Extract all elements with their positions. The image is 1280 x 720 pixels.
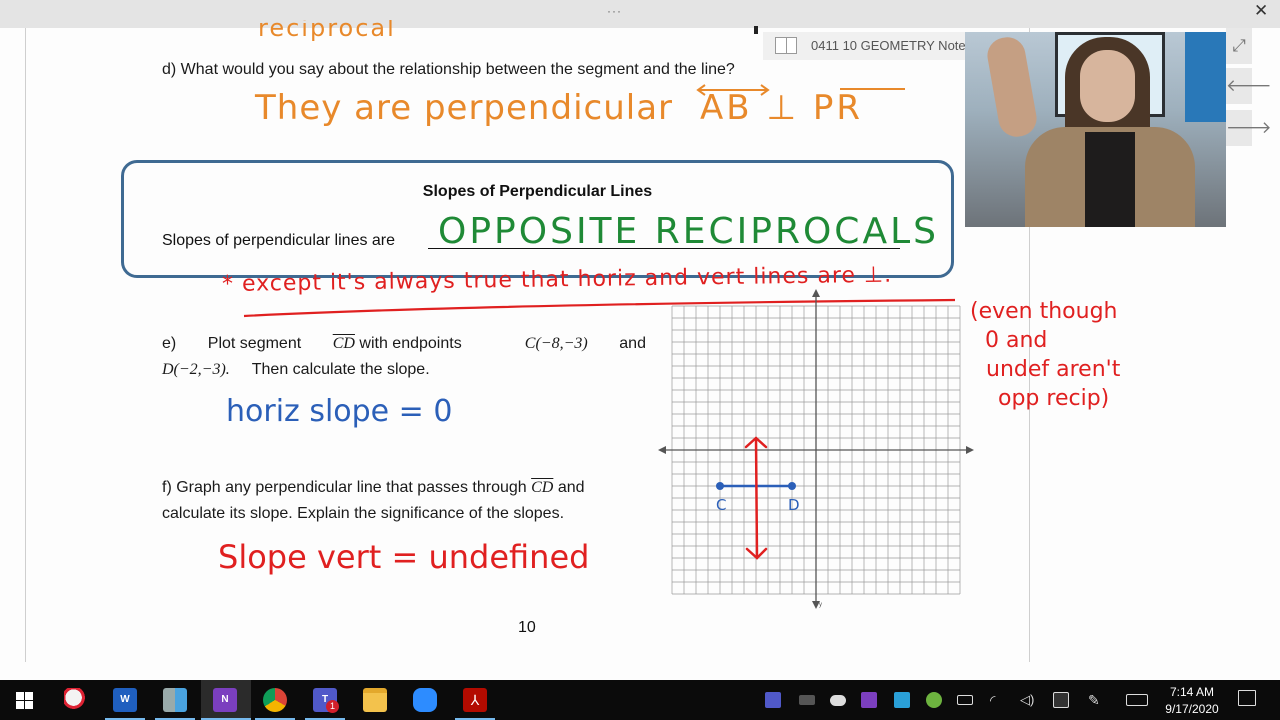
camera-tray-icon[interactable] — [799, 695, 815, 705]
y-axis-arrow-up — [812, 289, 820, 297]
notebook-title: 0411 10 GEOMETRY Note — [811, 38, 966, 53]
segment-cd-notation: CD — [332, 335, 355, 352]
pen-icon[interactable]: ✎ — [1088, 692, 1104, 708]
cloud-tray-icon[interactable] — [830, 695, 846, 706]
cursor-marker — [754, 26, 758, 34]
note-line: opp recip) — [998, 386, 1110, 411]
answer-e-handwritten: horiz slope = 0 — [226, 394, 453, 429]
notebook-icon — [775, 37, 797, 54]
video-person-shirt — [1085, 132, 1135, 227]
question-e-label: e) — [162, 335, 177, 352]
note-line: undef aren't — [986, 357, 1121, 382]
point-d — [788, 482, 796, 490]
point-c: C(−8,−3) — [524, 335, 588, 352]
system-clock[interactable]: 7:14 AM 9/17/2020 — [1160, 684, 1224, 718]
point-d: D(−2,−3). — [162, 361, 230, 378]
box-prompt: Slopes of perpendicular lines are — [162, 232, 396, 249]
word-icon[interactable]: W — [113, 688, 137, 712]
webcam-video-overlay[interactable] — [965, 32, 1226, 227]
security-icon[interactable] — [1053, 692, 1069, 708]
teams-badge: 1 — [326, 700, 339, 713]
chrome-icon[interactable] — [263, 688, 287, 712]
video-person-face — [1080, 50, 1135, 122]
onenote-icon[interactable]: N — [213, 688, 237, 712]
page-edge-left — [25, 28, 26, 662]
clock-date: 9/17/2020 — [1165, 702, 1219, 716]
note-even-though: (even though 0 and undef aren't opp reci… — [970, 297, 1120, 413]
question-e-text: Plot segment — [207, 335, 302, 352]
video-background-poster — [1185, 32, 1226, 122]
question-e-text: and — [619, 335, 646, 352]
volume-icon[interactable]: ◁) — [1020, 692, 1036, 708]
vpn-tray-icon[interactable] — [926, 692, 942, 708]
point-c — [716, 482, 724, 490]
expand-icon[interactable]: ⤢ — [1226, 28, 1252, 64]
note-line: 0 and — [985, 328, 1048, 353]
answer-d-handwritten: They are perpendicular — [255, 88, 674, 128]
wifi-icon[interactable]: ◜ — [990, 692, 1006, 708]
slopes-definition-box: Slopes of Perpendicular Lines Slopes of … — [121, 160, 954, 278]
question-e-text: with endpoints — [359, 335, 462, 352]
perpendicular-line — [754, 436, 759, 560]
x-axis-arrow-left — [658, 446, 666, 454]
box-title: Slopes of Perpendicular Lines — [422, 183, 653, 200]
calculator-icon[interactable] — [163, 688, 187, 712]
y-axis-label: y — [819, 602, 822, 608]
acrobat-icon[interactable]: ⅄ — [463, 688, 487, 712]
more-options-button[interactable]: ··· — [607, 4, 622, 18]
notification-center-icon[interactable] — [1238, 690, 1256, 706]
line-notation-marks — [696, 84, 905, 96]
video-person-hand — [984, 34, 1040, 140]
coordinate-grid[interactable]: y C D — [655, 285, 985, 615]
segment-cd-notation: CD — [531, 479, 554, 496]
snip-icon[interactable] — [64, 688, 88, 712]
taskbar: W N T 1 ⅄ ◜ ◁) ✎ 7:14 AM 9/17/2020 — [0, 680, 1280, 720]
question-f-text: and — [557, 479, 585, 496]
zoom-icon[interactable] — [413, 688, 437, 712]
title-bar: ··· ✕ — [0, 0, 1280, 28]
battery-icon[interactable] — [957, 695, 973, 705]
question-f-text: calculate its slope. Explain the signifi… — [162, 505, 565, 522]
page-number: 10 — [518, 619, 536, 636]
point-label-c: C — [716, 496, 726, 514]
folder-icon[interactable] — [363, 688, 387, 712]
back-arrow-icon[interactable]: 🡐 — [1226, 68, 1272, 104]
answer-f-handwritten: Slope vert = undefined — [218, 538, 590, 576]
question-d: d) What would you say about the relation… — [162, 61, 735, 78]
windows-icon[interactable] — [16, 692, 33, 709]
x-axis-arrow-right — [966, 446, 974, 454]
point-label-d: D — [788, 496, 800, 514]
question-f-text: f) Graph any perpendicular line that pas… — [162, 479, 527, 496]
forward-arrow-icon[interactable]: 🡒 — [1226, 110, 1272, 146]
teams-tray-icon[interactable] — [765, 692, 781, 708]
sync-tray-icon[interactable] — [894, 692, 910, 708]
question-e: e) Plot segment CD with endpoints C(−8,−… — [162, 331, 646, 383]
onenote-tray-icon[interactable] — [861, 692, 877, 708]
question-e-text: Then calculate the slope. — [251, 361, 430, 378]
box-answer-handwritten: OPPOSITE RECIPROCALS — [438, 211, 939, 252]
keyboard-icon[interactable] — [1126, 694, 1148, 706]
question-f: f) Graph any perpendicular line that pas… — [162, 475, 646, 527]
onenote-notebook-chip[interactable]: 0411 10 GEOMETRY Note — [763, 32, 973, 60]
close-button[interactable]: ✕ — [1254, 1, 1268, 21]
clock-time: 7:14 AM — [1169, 685, 1215, 699]
note-line: (even though — [970, 299, 1118, 324]
